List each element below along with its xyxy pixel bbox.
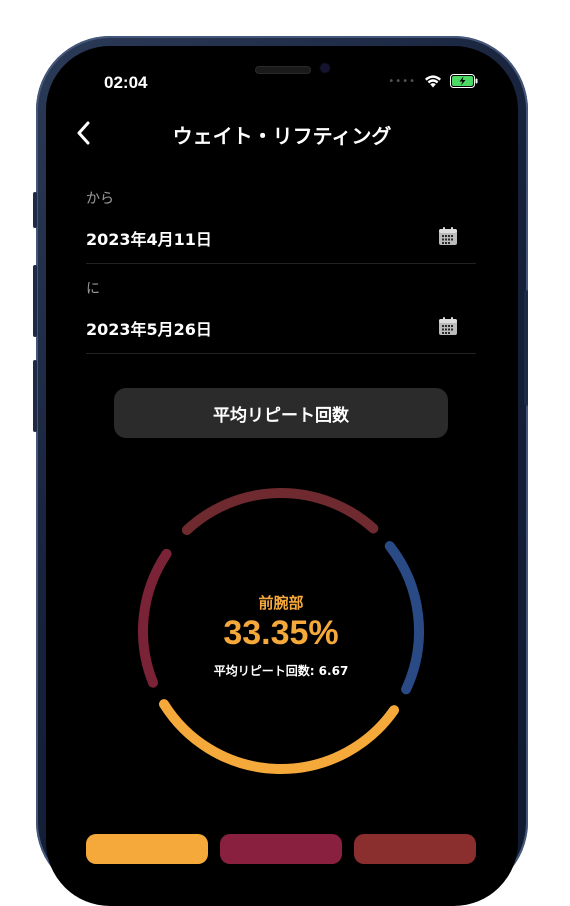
to-date-value: 2023年5月26日 <box>86 320 212 339</box>
from-label: から <box>86 191 114 207</box>
to-date-field[interactable]: に 2023年5月26日 <box>86 278 476 354</box>
power-button <box>524 290 528 406</box>
volume-down-button <box>33 360 37 432</box>
battery-charging-icon <box>450 74 478 88</box>
app-screen: 02:04 •••• ウェイト・リフティング から 2023年4月11日 に 2… <box>46 46 518 906</box>
silent-switch <box>33 192 37 228</box>
divider <box>86 353 476 354</box>
to-label: に <box>86 281 100 297</box>
legend-chip-crimson[interactable] <box>220 834 342 864</box>
ring-center-subtitle: 平均リピート回数: 6.67 <box>213 664 349 678</box>
divider <box>86 263 476 264</box>
ring-center: 前腕部 33.35% 平均リピート回数: 6.67 <box>136 486 426 776</box>
speaker-grill <box>255 66 311 74</box>
nav-header: ウェイト・リフティング <box>46 116 518 150</box>
front-camera <box>321 64 329 72</box>
ring-center-value: 33.35% <box>223 614 339 652</box>
page-title: ウェイト・リフティング <box>172 124 392 148</box>
notch <box>163 46 403 92</box>
volume-up-button <box>33 265 37 337</box>
legend-chip-dark-red[interactable] <box>354 834 476 864</box>
from-date-field[interactable]: から 2023年4月11日 <box>86 188 476 264</box>
from-date-value: 2023年4月11日 <box>86 230 212 249</box>
status-icons: •••• <box>388 74 478 88</box>
wifi-icon <box>425 75 441 88</box>
status-time: 02:04 <box>104 73 148 92</box>
legend-chip-orange[interactable] <box>86 834 208 864</box>
calendar-icon[interactable] <box>438 316 458 336</box>
signal-icon: •••• <box>388 75 416 87</box>
calendar-icon[interactable] <box>438 226 458 246</box>
ring-center-label: 前腕部 <box>258 594 304 612</box>
metric-selector-button[interactable]: 平均リピート回数 <box>114 388 448 438</box>
